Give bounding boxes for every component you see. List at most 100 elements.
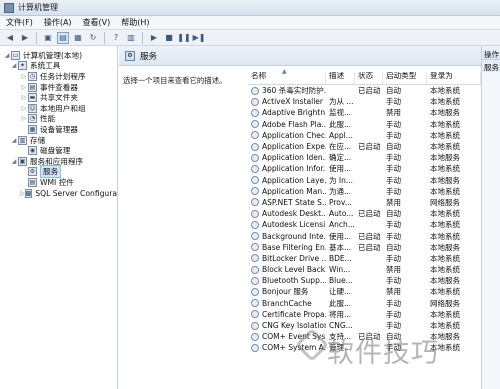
- table-row[interactable]: 360 杀毒实时防护... 已启动 自动 本地系统: [248, 85, 481, 96]
- service-gear-icon: [251, 153, 259, 162]
- cell-description: 此服...: [329, 119, 352, 129]
- tree-item[interactable]: ▷ ▩ SQL Server Configura: [0, 188, 117, 199]
- expand-arrow-icon[interactable]: ▷: [20, 105, 28, 112]
- menu-action[interactable]: 操作(A): [44, 17, 72, 28]
- properties-icon[interactable]: ▥: [125, 32, 137, 44]
- tree-item[interactable]: ▷ ▬ 共享文件夹: [0, 92, 117, 103]
- cell-startup-type: 禁用: [386, 265, 401, 275]
- table-row[interactable]: ActiveX Installer ... 为从 ... 手动 本地系统: [248, 96, 481, 107]
- folder-icon: ▬: [28, 93, 37, 103]
- table-row[interactable]: Application Man... 为通... 手动 本地系统: [248, 186, 481, 197]
- services-apps-icon: ▣: [18, 156, 27, 166]
- export-list-icon[interactable]: ▦: [72, 32, 84, 44]
- table-row[interactable]: Block Level Back... Win... 禁用 本地系统: [248, 264, 481, 275]
- cell-description: 为 In...: [329, 175, 354, 185]
- tree-item-label: 存储: [30, 135, 46, 145]
- table-row[interactable]: BranchCache 此服... 手动 网络服务: [248, 298, 481, 309]
- service-gear-icon: [251, 198, 259, 207]
- cell-name: 360 杀毒实时防护...: [248, 85, 326, 96]
- table-row[interactable]: Application Iden... 确定... 手动 本地服务: [248, 152, 481, 163]
- column-log-on-as[interactable]: 登录为: [427, 72, 481, 84]
- column-startup-type[interactable]: 启动类型: [383, 72, 427, 84]
- tree-item[interactable]: ▤ WMI 控件: [0, 177, 117, 188]
- cell-name: Base Filtering En...: [248, 243, 326, 252]
- cell-status: 已启动: [358, 231, 381, 241]
- service-gear-icon: [251, 254, 259, 263]
- stop-service-icon[interactable]: ■: [163, 32, 175, 44]
- expand-arrow-icon[interactable]: ▷: [20, 84, 28, 91]
- menu-bar: 文件(F) 操作(A) 查看(V) 帮助(H): [0, 16, 500, 30]
- table-row[interactable]: Application Chec... Appl... 手动 本地系统: [248, 130, 481, 141]
- column-status[interactable]: 状态: [355, 72, 383, 84]
- toolbar-separator: [142, 31, 143, 44]
- table-row[interactable]: Bluetooth Supp... Blue... 手动 本地服务: [248, 275, 481, 286]
- cell-name: Application Laye...: [248, 176, 326, 185]
- table-row[interactable]: Application Expe... 在应... 已启动 自动 本地系统: [248, 141, 481, 152]
- tree-item-label: 任务计划程序: [40, 71, 86, 81]
- column-name[interactable]: 名称: [248, 72, 326, 84]
- table-row[interactable]: Certificate Propa... 将用... 手动 本地系统: [248, 309, 481, 320]
- back-icon[interactable]: ◀: [4, 32, 16, 44]
- expand-arrow-icon[interactable]: ◢: [10, 62, 18, 69]
- menu-file[interactable]: 文件(F): [6, 17, 33, 28]
- tree-item[interactable]: ◢ ▭ 计算机管理(本地): [0, 50, 117, 61]
- tree-item[interactable]: ◢ ▥ 存储: [0, 135, 117, 146]
- expand-arrow-icon[interactable]: ◢: [3, 52, 11, 59]
- sort-ascending-icon: ▲: [282, 68, 287, 75]
- menu-help[interactable]: 帮助(H): [121, 17, 149, 28]
- service-name: Application Laye...: [262, 175, 326, 185]
- tree-item[interactable]: ⚙ 服务: [0, 165, 117, 179]
- tree-item[interactable]: ◉ 磁盘管理: [0, 145, 117, 156]
- help-icon[interactable]: ?: [110, 32, 122, 44]
- table-row[interactable]: Bonjour 服务 让硬... 禁用 本地系统: [248, 286, 481, 297]
- up-folder-icon[interactable]: ▣: [42, 32, 54, 44]
- toolbar-separator: [36, 31, 37, 44]
- computer-icon: ▭: [11, 50, 20, 60]
- cell-log-on-as: 本地系统: [430, 209, 460, 219]
- table-row[interactable]: BitLocker Drive ... BDE... 手动 本地系统: [248, 253, 481, 264]
- table-row[interactable]: CNG Key Isolation CNG... 手动 本地系统: [248, 320, 481, 331]
- restart-service-icon[interactable]: ▶❚: [193, 32, 206, 44]
- expand-arrow-icon[interactable]: ▷: [20, 73, 28, 80]
- tree-item[interactable]: ▷ ◷ 任务计划程序: [0, 71, 117, 82]
- cell-description: 监视...: [329, 108, 352, 118]
- expand-arrow-icon[interactable]: ◢: [10, 137, 18, 144]
- sql-icon: ▩: [24, 188, 33, 198]
- start-service-icon[interactable]: ▶: [148, 32, 160, 44]
- actions-item-services[interactable]: 服务: [482, 60, 500, 72]
- column-description[interactable]: 描述: [326, 72, 355, 84]
- service-name: Application Infor...: [262, 164, 326, 174]
- clock-icon: ◷: [28, 71, 37, 81]
- tree-item[interactable]: ◢ ✦ 系统工具: [0, 61, 117, 72]
- tree-item[interactable]: ▷ ▤ 事件查看器: [0, 82, 117, 93]
- cell-name: Application Chec...: [248, 131, 326, 140]
- cell-startup-type: 自动: [386, 242, 401, 252]
- tree-item[interactable]: ▷ ☺ 本地用户和组: [0, 103, 117, 114]
- service-gear-icon: [251, 97, 259, 106]
- table-row[interactable]: Background Inte... 使用... 已启动 手动 本地系统: [248, 230, 481, 241]
- table-row[interactable]: Adobe Flash Pla... 此服... 手动 本地系统: [248, 119, 481, 130]
- cell-log-on-as: 本地系统: [430, 231, 460, 241]
- menu-view[interactable]: 查看(V): [83, 17, 111, 28]
- tree-item[interactable]: ▦ 设备管理器: [0, 124, 117, 135]
- refresh-icon[interactable]: ↻: [87, 32, 99, 44]
- table-row[interactable]: Base Filtering En... 基本... 已启动 自动 本地服务: [248, 242, 481, 253]
- table-row[interactable]: Application Laye... 为 In... 手动 本地服务: [248, 175, 481, 186]
- table-row[interactable]: ASP.NET State S... Prov... 禁用 网络服务: [248, 197, 481, 208]
- tree-item[interactable]: ▷ ◔ 性能: [0, 114, 117, 125]
- pause-service-icon[interactable]: ❚❚: [177, 32, 190, 44]
- expand-arrow-icon[interactable]: ▷: [20, 94, 28, 101]
- expand-arrow-icon[interactable]: ◢: [10, 158, 18, 165]
- table-row[interactable]: Adaptive Brightn... 监视... 禁用 本地服务: [248, 107, 481, 118]
- table-row[interactable]: Application Infor... 使用... 手动 本地系统: [248, 163, 481, 174]
- cell-startup-type: 手动: [386, 186, 401, 196]
- table-row[interactable]: Autodesk Licensi... Anch... 手动 本地系统: [248, 219, 481, 230]
- cell-startup-type: 手动: [386, 164, 401, 174]
- service-name: ActiveX Installer ...: [262, 97, 326, 107]
- disk-icon: ◉: [28, 146, 37, 156]
- forward-icon[interactable]: ▶: [19, 32, 31, 44]
- expand-arrow-icon[interactable]: ▷: [20, 115, 28, 122]
- show-tree-icon[interactable]: ▤: [57, 31, 69, 44]
- window-title: 计算机管理: [18, 3, 58, 12]
- table-row[interactable]: Autodesk Deskt... Auto... 已启动 自动 本地系统: [248, 208, 481, 219]
